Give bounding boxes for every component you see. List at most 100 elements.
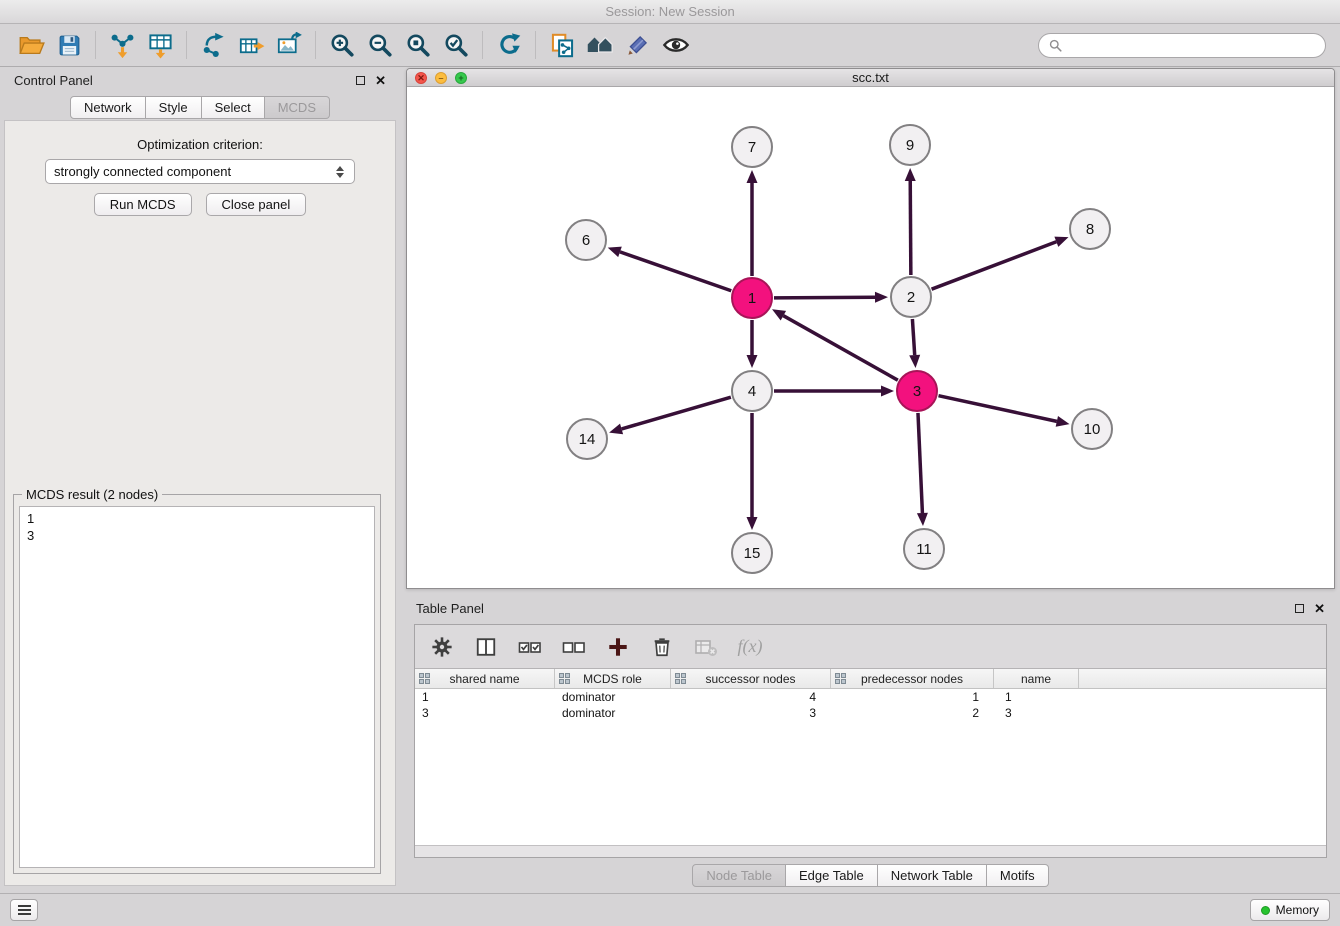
maximize-window-icon[interactable]: + xyxy=(455,72,467,84)
close-window-icon[interactable]: ✕ xyxy=(415,72,427,84)
graph-node-2[interactable]: 2 xyxy=(891,277,931,317)
graph-node-9[interactable]: 9 xyxy=(890,125,930,165)
apply-layout-button[interactable] xyxy=(490,27,528,63)
float-panel-icon[interactable] xyxy=(356,76,365,85)
graph-node-label: 9 xyxy=(906,137,914,154)
graph-node-7[interactable]: 7 xyxy=(732,127,772,167)
graph-edge-arrow-4-15 xyxy=(747,517,758,530)
column-header-mcds-role[interactable]: MCDS role xyxy=(555,669,671,688)
zoom-selected-button[interactable] xyxy=(437,27,475,63)
minimize-window-icon[interactable]: – xyxy=(435,72,447,84)
column-header-successor-nodes[interactable]: successor nodes xyxy=(671,669,831,688)
graph-node-6[interactable]: 6 xyxy=(566,220,606,260)
cell-shared-name[interactable]: 3 xyxy=(415,705,555,721)
graph-edge-3-1[interactable] xyxy=(783,316,897,381)
mcds-result-text[interactable]: 1 3 xyxy=(19,506,375,868)
table-panel-header: Table Panel ✕ xyxy=(406,596,1335,620)
attribute-icon xyxy=(419,673,430,684)
cell-successor-nodes[interactable]: 3 xyxy=(671,705,831,721)
import-table-button[interactable] xyxy=(141,27,179,63)
unchecked-boxes-icon xyxy=(562,635,586,659)
tab-mcds[interactable]: MCDS xyxy=(265,96,330,119)
select-all-columns-button[interactable] xyxy=(517,634,543,660)
add-column-button[interactable] xyxy=(605,634,631,660)
table-horizontal-scrollbar[interactable] xyxy=(415,845,1326,857)
graph-node-15[interactable]: 15 xyxy=(732,533,772,573)
graph-node-1[interactable]: 1 xyxy=(732,278,772,318)
toolbar-search[interactable] xyxy=(1038,33,1326,58)
graph-edge-arrow-3-11 xyxy=(917,513,928,526)
zoom-fit-button[interactable] xyxy=(399,27,437,63)
graph-edge-2-8[interactable] xyxy=(932,242,1057,289)
graph-node-11[interactable]: 11 xyxy=(904,529,944,569)
graph-node-14[interactable]: 14 xyxy=(567,419,607,459)
graph-node-label: 4 xyxy=(748,383,756,400)
delete-columns-button[interactable] xyxy=(649,634,675,660)
table-row[interactable]: 1 dominator 4 1 1 xyxy=(415,689,1326,705)
zoom-out-button[interactable] xyxy=(361,27,399,63)
save-session-button[interactable] xyxy=(50,27,88,63)
optimization-criterion-value: strongly connected component xyxy=(54,164,231,179)
tab-network[interactable]: Network xyxy=(70,96,146,119)
table-settings-button[interactable] xyxy=(429,634,455,660)
export-table-button[interactable] xyxy=(232,27,270,63)
graph-node-10[interactable]: 10 xyxy=(1072,409,1112,449)
tab-network-table[interactable]: Network Table xyxy=(878,864,987,887)
cell-mcds-role[interactable]: dominator xyxy=(555,705,671,721)
open-session-button[interactable] xyxy=(12,27,50,63)
graph-edge-3-11[interactable] xyxy=(918,413,922,513)
graph-edge-4-14[interactable] xyxy=(622,397,731,429)
attribute-icon xyxy=(835,673,846,684)
column-header-name[interactable]: name xyxy=(994,669,1079,688)
run-mcds-button[interactable]: Run MCDS xyxy=(94,193,192,216)
cell-name[interactable]: 3 xyxy=(994,705,1079,721)
tab-edge-table[interactable]: Edge Table xyxy=(786,864,878,887)
column-header-shared-name[interactable]: shared name xyxy=(415,669,555,688)
column-label: MCDS role xyxy=(583,672,642,686)
cell-successor-nodes[interactable]: 4 xyxy=(671,689,831,705)
tab-style[interactable]: Style xyxy=(146,96,202,119)
attribute-icon xyxy=(559,673,570,684)
optimization-criterion-select[interactable]: strongly connected component xyxy=(45,159,355,184)
table-row[interactable]: 3 dominator 3 2 3 xyxy=(415,705,1326,721)
graph-edge-3-10[interactable] xyxy=(938,396,1056,422)
graph-edge-2-3[interactable] xyxy=(912,319,914,355)
show-panels-button[interactable] xyxy=(10,899,38,921)
network-overview-button[interactable] xyxy=(581,27,619,63)
float-table-panel-icon[interactable] xyxy=(1295,604,1304,613)
graph-node-3[interactable]: 3 xyxy=(897,371,937,411)
cell-mcds-role[interactable]: dominator xyxy=(555,689,671,705)
graph-edge-2-9[interactable] xyxy=(910,181,911,275)
network-window-titlebar[interactable]: ✕ – + scc.txt xyxy=(407,69,1334,87)
clone-network-button[interactable] xyxy=(543,27,581,63)
import-network-button[interactable] xyxy=(103,27,141,63)
close-panel-icon[interactable]: ✕ xyxy=(375,74,386,87)
close-table-panel-icon[interactable]: ✕ xyxy=(1314,602,1325,615)
cell-shared-name[interactable]: 1 xyxy=(415,689,555,705)
apply-style-button[interactable] xyxy=(619,27,657,63)
tab-node-table[interactable]: Node Table xyxy=(692,864,786,887)
export-image-button[interactable] xyxy=(270,27,308,63)
delete-table-button[interactable] xyxy=(693,634,719,660)
graph-edge-1-6[interactable] xyxy=(620,252,731,291)
tab-motifs[interactable]: Motifs xyxy=(987,864,1049,887)
cell-name[interactable]: 1 xyxy=(994,689,1079,705)
graph-node-8[interactable]: 8 xyxy=(1070,209,1110,249)
search-input[interactable] xyxy=(1068,38,1315,53)
graph-node-4[interactable]: 4 xyxy=(732,371,772,411)
function-builder-button[interactable]: f(x) xyxy=(737,634,763,660)
show-columns-button[interactable] xyxy=(473,634,499,660)
cell-predecessor-nodes[interactable]: 1 xyxy=(831,689,994,705)
network-canvas[interactable]: 7 9 6 8 1 2 4 3 14 10 15 11 xyxy=(407,87,1334,588)
tab-select[interactable]: Select xyxy=(202,96,265,119)
table-body[interactable]: 1 dominator 4 1 1 3 dominator 3 2 3 xyxy=(415,689,1326,845)
unselect-all-columns-button[interactable] xyxy=(561,634,587,660)
close-panel-button[interactable]: Close panel xyxy=(206,193,307,216)
column-header-predecessor-nodes[interactable]: predecessor nodes xyxy=(831,669,994,688)
memory-button[interactable]: Memory xyxy=(1250,899,1330,921)
graph-edge-1-2[interactable] xyxy=(774,297,875,298)
export-network-button[interactable] xyxy=(194,27,232,63)
show-graphics-details-button[interactable] xyxy=(657,27,695,63)
cell-predecessor-nodes[interactable]: 2 xyxy=(831,705,994,721)
zoom-in-button[interactable] xyxy=(323,27,361,63)
